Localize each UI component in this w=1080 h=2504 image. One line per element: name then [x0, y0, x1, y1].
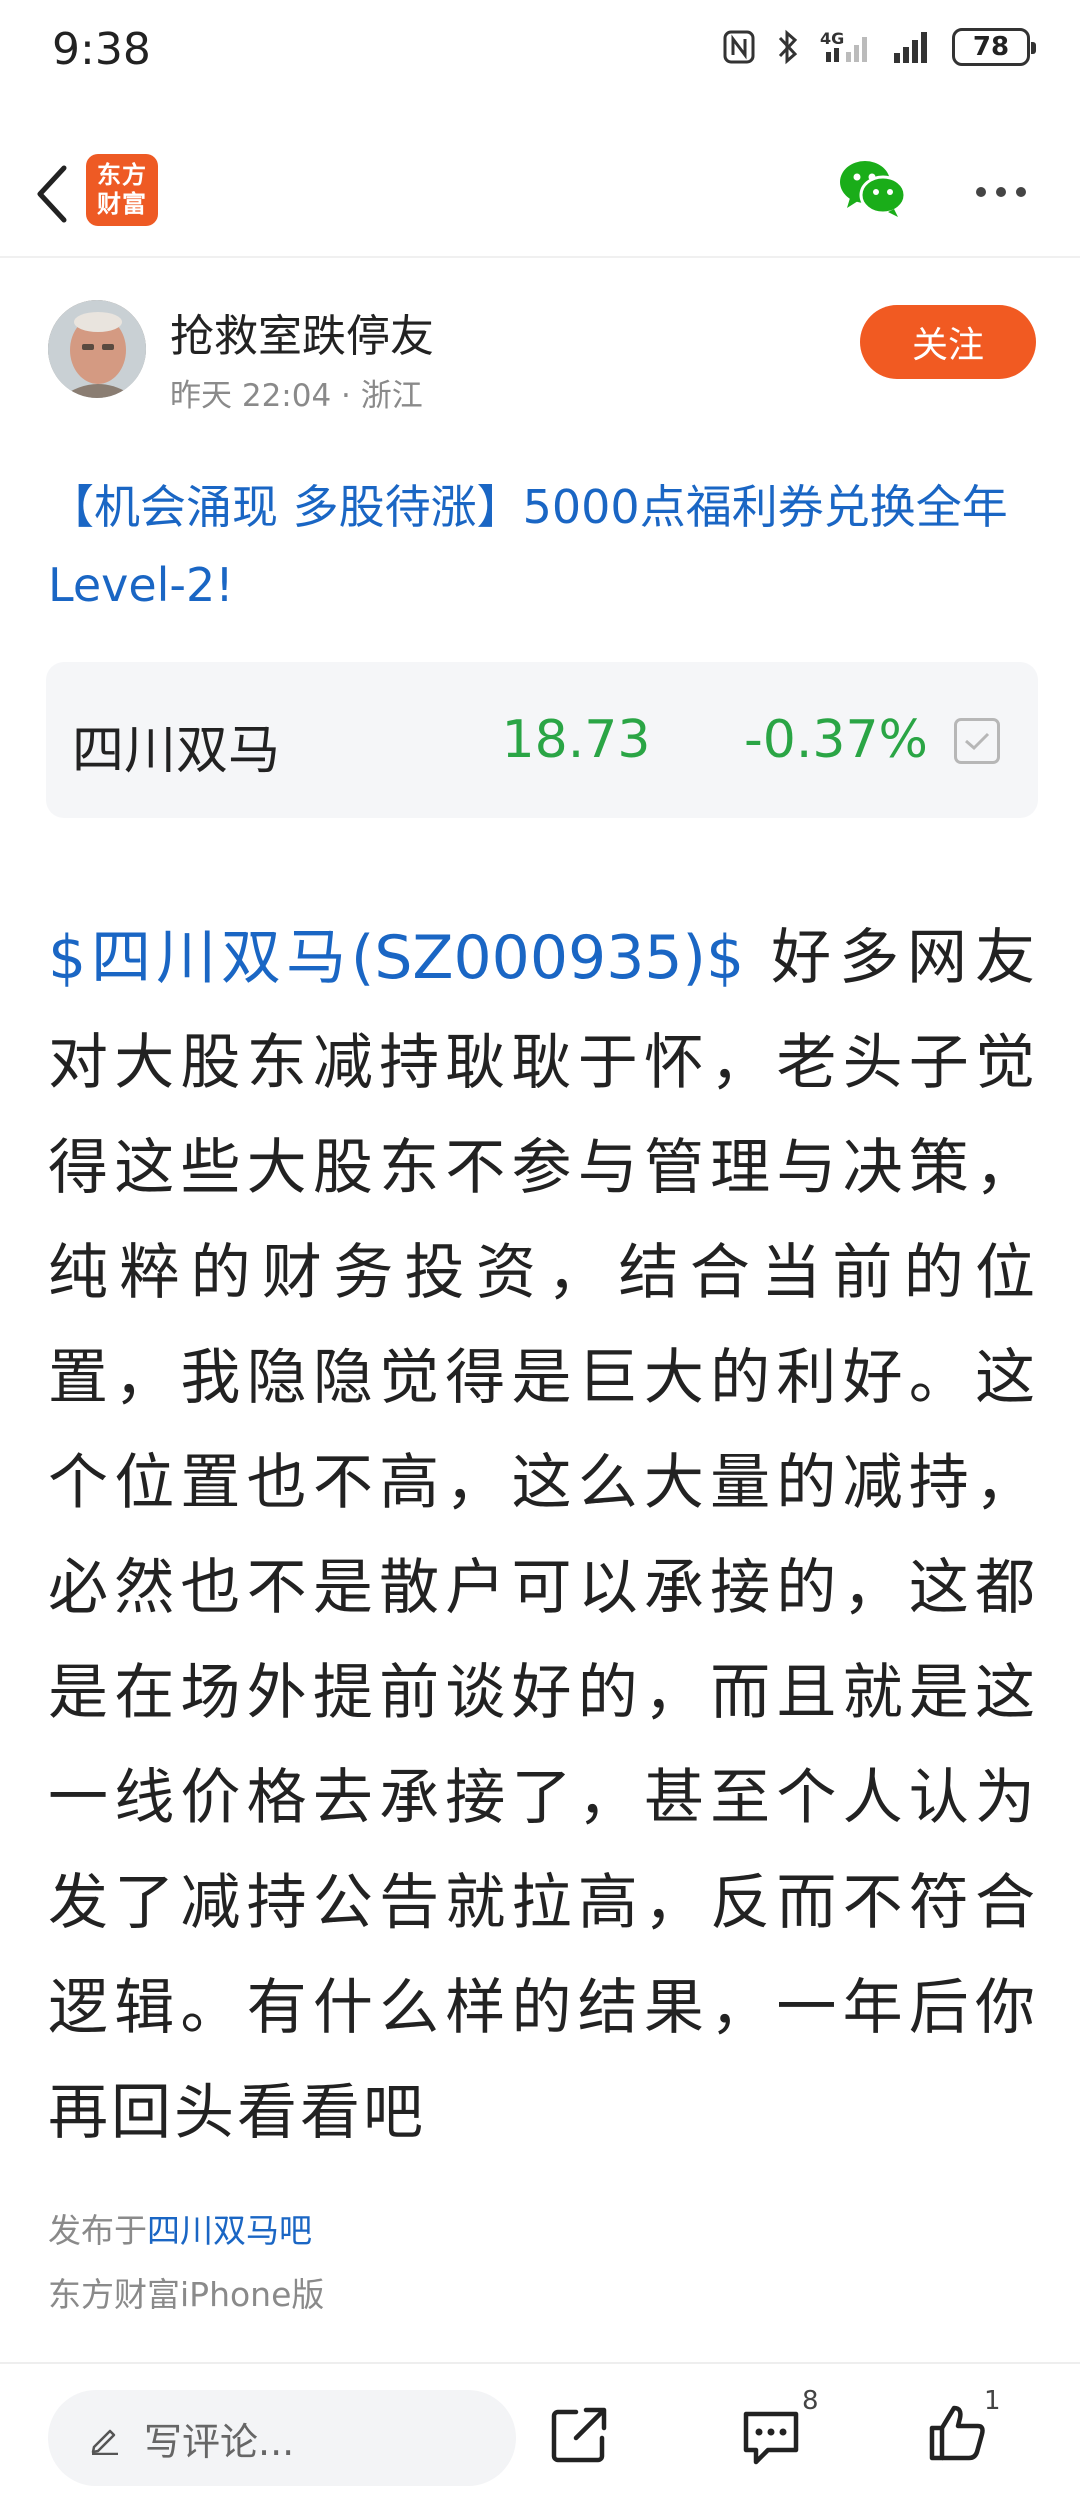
post-meta: 昨天 22:04 · 浙江 [170, 378, 423, 414]
follow-button[interactable]: 关注 [860, 305, 1036, 379]
author-name[interactable]: 抢救室跌停友 [170, 300, 434, 364]
post-text: 好多网友对大股东减持耿耿于怀，老头子觉得这些大股东不参与管理与决策，纯粹的财务投… [48, 923, 1038, 2148]
client-info: 东方财富iPhone版 [48, 2275, 325, 2314]
stock-tag-link[interactable]: $四川双马(SZ000935)$ [48, 923, 744, 993]
signal-4g-icon: 4G [820, 28, 872, 66]
forum-link[interactable]: 四川双马吧 [147, 2211, 312, 2250]
app-logo[interactable]: 东方 财富 [86, 154, 158, 226]
back-icon[interactable] [22, 154, 82, 234]
stock-card[interactable]: 四川双马 18.73 -0.37% [46, 662, 1038, 818]
pencil-icon [88, 2421, 122, 2455]
bluetooth-icon [776, 28, 800, 66]
published-prefix: 发布于 [48, 2211, 147, 2250]
add-watchlist-checkbox[interactable] [954, 718, 1000, 764]
promo-link[interactable]: 【机会涌现 多股待涨】5000点福利券兑换全年Level-2! [48, 468, 1038, 624]
like-icon[interactable] [924, 2400, 990, 2466]
stock-name: 四川双马 [72, 721, 281, 781]
svg-text:4G: 4G [820, 29, 844, 48]
stock-price: 18.73 [501, 710, 651, 770]
check-icon [965, 732, 990, 751]
avatar[interactable] [48, 300, 146, 398]
published-in: 发布于四川双马吧 [48, 2204, 312, 2252]
logo-line-1: 东方 [97, 161, 147, 189]
post-body: $四川双马(SZ000935)$ 好多网友对大股东减持耿耿于怀，老头子觉得这些大… [48, 906, 1038, 2166]
wechat-icon[interactable] [838, 158, 908, 220]
author-header: 抢救室跌停友 昨天 22:04 · 浙江 关注 [48, 300, 1038, 414]
comment-icon[interactable] [738, 2404, 804, 2470]
stock-change: -0.37% [744, 710, 928, 770]
status-time: 9:38 [52, 24, 151, 75]
battery-icon: 78 [952, 28, 1036, 66]
status-icons: 4G 78 [722, 28, 1036, 66]
comment-input[interactable]: 写评论... [48, 2390, 516, 2486]
like-count: 1 [984, 2386, 1001, 2416]
bottom-bar: 写评论... 8 1 [0, 2362, 1080, 2504]
nav-bar: 东方 财富 [0, 140, 1080, 258]
signal-icon [892, 29, 932, 65]
share-icon[interactable] [546, 2402, 612, 2468]
logo-line-2: 财富 [97, 190, 147, 218]
more-icon[interactable] [966, 162, 1036, 222]
battery-level: 78 [972, 32, 1010, 62]
comment-placeholder: 写评论... [144, 2419, 295, 2464]
comment-count: 8 [802, 2386, 819, 2416]
status-bar: 9:38 4G 78 [0, 0, 1080, 105]
nfc-icon [722, 29, 756, 65]
